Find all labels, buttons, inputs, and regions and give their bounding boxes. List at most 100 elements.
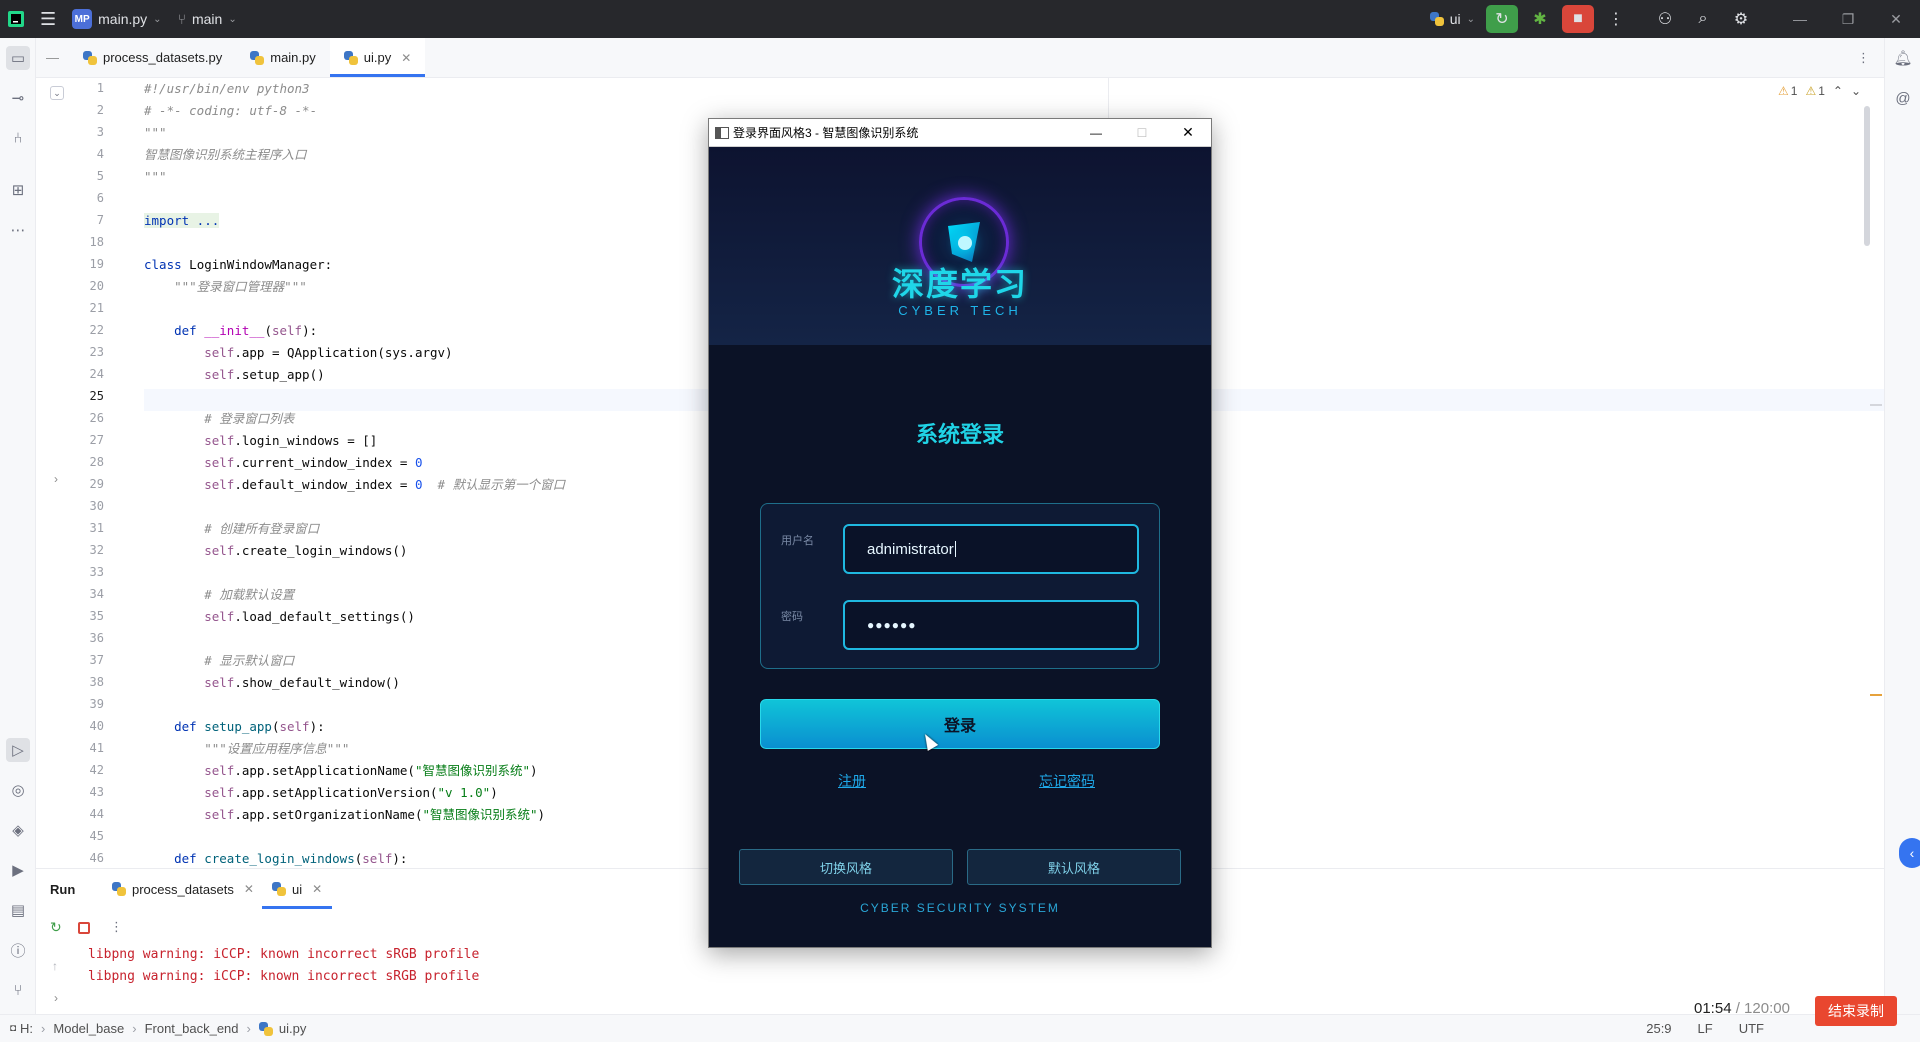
- python-icon: [1429, 12, 1444, 26]
- line-number: 37: [89, 653, 104, 667]
- python-file-icon: [272, 882, 286, 896]
- expand-icon[interactable]: ›: [54, 991, 58, 1005]
- dialog-minimize-icon[interactable]: —: [1073, 126, 1119, 140]
- inspection-widget[interactable]: ⚠ 1 ⚠ 1 ⌃ ⌄: [1778, 84, 1861, 98]
- breadcrumb-item[interactable]: Front_back_end: [145, 1021, 239, 1036]
- stop-icon[interactable]: ■: [1562, 5, 1594, 33]
- recording-elapsed: 01:54: [1694, 1000, 1732, 1017]
- warning-icon: ⚠: [1778, 84, 1789, 98]
- fold-toggle-icon[interactable]: ⌄: [50, 86, 64, 100]
- code-line: self.app.setApplicationName("智慧图像识别系统"): [204, 763, 538, 778]
- line-number: 34: [89, 587, 104, 601]
- project-selector[interactable]: MP main.py ⌄: [64, 0, 169, 38]
- search-icon[interactable]: ⌕: [1687, 5, 1719, 33]
- dialog-app-icon: [715, 126, 729, 139]
- file-encoding[interactable]: UTF: [1739, 1021, 1764, 1036]
- tab-ui[interactable]: ui.py ✕: [329, 38, 426, 77]
- scroll-up-icon[interactable]: ↑: [52, 959, 58, 973]
- project-folder-icon[interactable]: ▭: [6, 46, 30, 70]
- code-line: self.setup_app(): [204, 367, 325, 382]
- default-style-button[interactable]: 默认风格: [967, 849, 1181, 885]
- password-input[interactable]: ●●●●●●: [843, 600, 1139, 650]
- brand-subtitle: CYBER TECH: [898, 303, 1022, 318]
- run-tab-process-datasets[interactable]: process_datasets ✕: [104, 869, 262, 909]
- error-stripe-marker: [1870, 404, 1882, 406]
- settings-gear-icon[interactable]: ⚙: [1725, 5, 1757, 33]
- recording-total: / 120:00: [1735, 1000, 1790, 1017]
- line-number: 23: [89, 345, 104, 359]
- tab-main[interactable]: main.py: [236, 38, 330, 77]
- notifications-bell-icon[interactable]: 🔔︎: [1891, 46, 1915, 70]
- chevron-up-icon[interactable]: ⌃: [1833, 84, 1843, 98]
- username-value: adnimistrator: [867, 540, 954, 558]
- line-number: 3: [96, 125, 104, 139]
- login-button[interactable]: 登录: [760, 699, 1160, 749]
- git-icon[interactable]: ⑂: [6, 978, 30, 1002]
- line-number: 31: [89, 521, 104, 535]
- collapse-panel-icon[interactable]: ‹: [1899, 838, 1920, 868]
- add-user-icon[interactable]: ⚇: [1649, 5, 1681, 33]
- line-separator[interactable]: LF: [1698, 1021, 1713, 1036]
- dialog-maximize-icon[interactable]: ☐: [1119, 126, 1165, 140]
- line-number: 28: [89, 455, 104, 469]
- close-window-icon[interactable]: ✕: [1872, 0, 1920, 38]
- branch-selector[interactable]: ⑂ main ⌄: [170, 0, 245, 38]
- error-stripe-marker: [1870, 694, 1882, 696]
- services-icon[interactable]: ▶: [6, 858, 30, 882]
- login-form: 用户名 adnimistrator 密码 ●●●●●●: [760, 503, 1160, 669]
- register-link[interactable]: 注册: [838, 771, 866, 791]
- tab-options-icon[interactable]: ⋮: [1843, 38, 1884, 77]
- close-tab-icon[interactable]: ✕: [401, 51, 411, 65]
- problems-icon[interactable]: ⓘ: [6, 938, 30, 962]
- structure-icon[interactable]: ⊞: [6, 178, 30, 202]
- interpreter-selector[interactable]: ui ⌄: [1422, 0, 1483, 38]
- collapse-tabs-icon[interactable]: —: [36, 38, 69, 77]
- line-number: 20: [89, 279, 104, 293]
- minimize-window-icon[interactable]: —: [1776, 0, 1824, 38]
- forgot-password-link[interactable]: 忘记密码: [1039, 771, 1095, 791]
- maximize-window-icon[interactable]: ❐: [1824, 0, 1872, 38]
- project-badge: MP: [72, 9, 93, 29]
- dialog-close-icon[interactable]: ✕: [1165, 124, 1211, 141]
- breadcrumb-drive[interactable]: H:: [20, 1021, 33, 1036]
- close-tab-icon[interactable]: ✕: [244, 882, 254, 896]
- packages-icon[interactable]: ◈: [6, 818, 30, 842]
- pull-requests-icon[interactable]: ⑃: [6, 126, 30, 150]
- caret-position[interactable]: 25:9: [1646, 1021, 1671, 1036]
- breadcrumb-separator-icon: ›: [246, 1021, 251, 1036]
- debug-icon[interactable]: ✱: [1524, 5, 1556, 33]
- username-input[interactable]: adnimistrator: [843, 524, 1139, 574]
- breadcrumb-item[interactable]: ui.py: [279, 1021, 306, 1036]
- editor-scrollbar[interactable]: [1864, 106, 1870, 246]
- code-line: import ...: [144, 213, 220, 228]
- code-line: """登录窗口管理器""": [174, 279, 307, 294]
- run-tool-icon[interactable]: ▷: [6, 738, 30, 762]
- terminal-icon[interactable]: ▤: [6, 898, 30, 922]
- line-number: 21: [89, 301, 104, 315]
- more-tools-icon[interactable]: ⋯: [6, 218, 30, 242]
- ai-assistant-icon[interactable]: @: [1891, 86, 1915, 110]
- breadcrumb-item[interactable]: Model_base: [53, 1021, 124, 1036]
- line-number: 30: [89, 499, 104, 513]
- more-actions-icon[interactable]: ⋮: [110, 919, 123, 935]
- console-output-line: libpng warning: iCCP: known incorrect sR…: [88, 969, 480, 984]
- switch-style-button[interactable]: 切换风格: [739, 849, 953, 885]
- tab-process-datasets[interactable]: process_datasets.py: [69, 38, 236, 77]
- rerun-icon[interactable]: ↻: [1486, 5, 1518, 33]
- app-logo-icon[interactable]: [0, 0, 32, 38]
- run-tab-ui[interactable]: ui ✕: [262, 869, 333, 909]
- commit-icon[interactable]: ⊸: [6, 86, 30, 110]
- line-number: 25: [89, 389, 104, 403]
- more-actions-icon[interactable]: ⋮: [1600, 5, 1632, 33]
- run-tab-label: ui: [292, 881, 303, 897]
- line-number: 32: [89, 543, 104, 557]
- stop-recording-button[interactable]: 结束录制: [1815, 996, 1897, 1026]
- main-menu-icon[interactable]: ☰: [32, 0, 64, 38]
- python-console-icon[interactable]: ◎: [6, 778, 30, 802]
- chevron-down-icon[interactable]: ⌄: [1851, 84, 1861, 98]
- stop-icon[interactable]: [78, 922, 90, 934]
- code-line: self.current_window_index = 0: [204, 455, 423, 470]
- rerun-icon[interactable]: ↻: [50, 919, 62, 936]
- close-tab-icon[interactable]: ✕: [312, 882, 322, 896]
- expand-gutter-icon[interactable]: ›: [54, 472, 58, 486]
